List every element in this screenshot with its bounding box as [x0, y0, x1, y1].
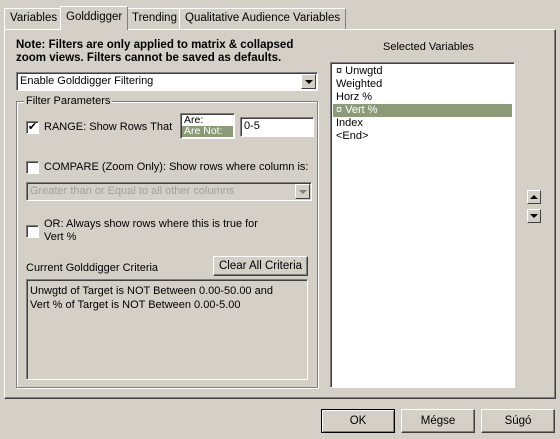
criteria-label: Current Golddigger Criteria: [26, 262, 159, 274]
range-checkbox[interactable]: ✔: [26, 121, 39, 134]
selected-variables-list[interactable]: ¤ Unwgtd Weighted Horz % ¤ Vert % Index …: [330, 62, 515, 388]
selected-variables-title: Selected Variables: [383, 41, 474, 53]
variable-item-index[interactable]: Index: [333, 117, 512, 130]
or-label: OR: Always show rows where this is true …: [44, 218, 258, 230]
variable-item-weighted[interactable]: Weighted: [333, 78, 512, 91]
compare-select-value: Greater than or Equal to all other colum…: [30, 185, 235, 197]
variable-item-end[interactable]: <End>: [333, 130, 512, 143]
compare-select[interactable]: Greater than or Equal to all other colum…: [26, 182, 312, 201]
filter-note: Note: Filters are only applied to matrix…: [16, 39, 294, 64]
chevron-down-icon[interactable]: [295, 184, 310, 199]
checkmark-icon: ✔: [27, 121, 38, 133]
tab-golddigger[interactable]: Golddigger: [60, 6, 129, 30]
or-checkbox[interactable]: [26, 225, 39, 238]
tab-variables[interactable]: Variables: [4, 8, 64, 29]
move-down-button[interactable]: [527, 209, 541, 223]
arrow-down-icon: [530, 214, 538, 218]
cancel-button[interactable]: Mégse: [401, 409, 475, 433]
help-button[interactable]: Súgó: [481, 409, 555, 433]
filter-parameters-legend: Filter Parameters: [24, 95, 113, 107]
are-listbox[interactable]: Are: Are Not:: [180, 113, 235, 139]
compare-checkbox[interactable]: [26, 161, 39, 174]
are-not-option[interactable]: Are Not:: [182, 126, 233, 137]
arrow-up-icon: [530, 195, 538, 199]
variable-item-unwgtd[interactable]: ¤ Unwgtd: [333, 65, 512, 78]
criteria-text: Unwgtd of Target is NOT Between 0.00-50.…: [26, 279, 308, 380]
tab-trending[interactable]: Trending: [126, 8, 183, 29]
or-variable-label: Vert %: [44, 231, 77, 243]
golddigger-mode-value: Enable Golddigger Filtering: [20, 75, 154, 87]
range-label: RANGE: Show Rows That: [44, 121, 173, 133]
ok-button[interactable]: OK: [321, 409, 395, 433]
variable-item-vert[interactable]: ¤ Vert %: [333, 104, 512, 117]
range-value-input[interactable]: 0-5: [240, 117, 314, 137]
golddigger-mode-select[interactable]: Enable Golddigger Filtering: [16, 72, 318, 91]
chevron-down-icon[interactable]: [301, 74, 316, 89]
compare-label: COMPARE (Zoom Only): Show rows where col…: [44, 161, 309, 173]
variable-item-horz[interactable]: Horz %: [333, 91, 512, 104]
move-up-button[interactable]: [527, 190, 541, 204]
clear-all-criteria-button[interactable]: Clear All Criteria: [213, 256, 308, 276]
tab-qualitative-audience-variables[interactable]: Qualitative Audience Variables: [179, 8, 347, 29]
